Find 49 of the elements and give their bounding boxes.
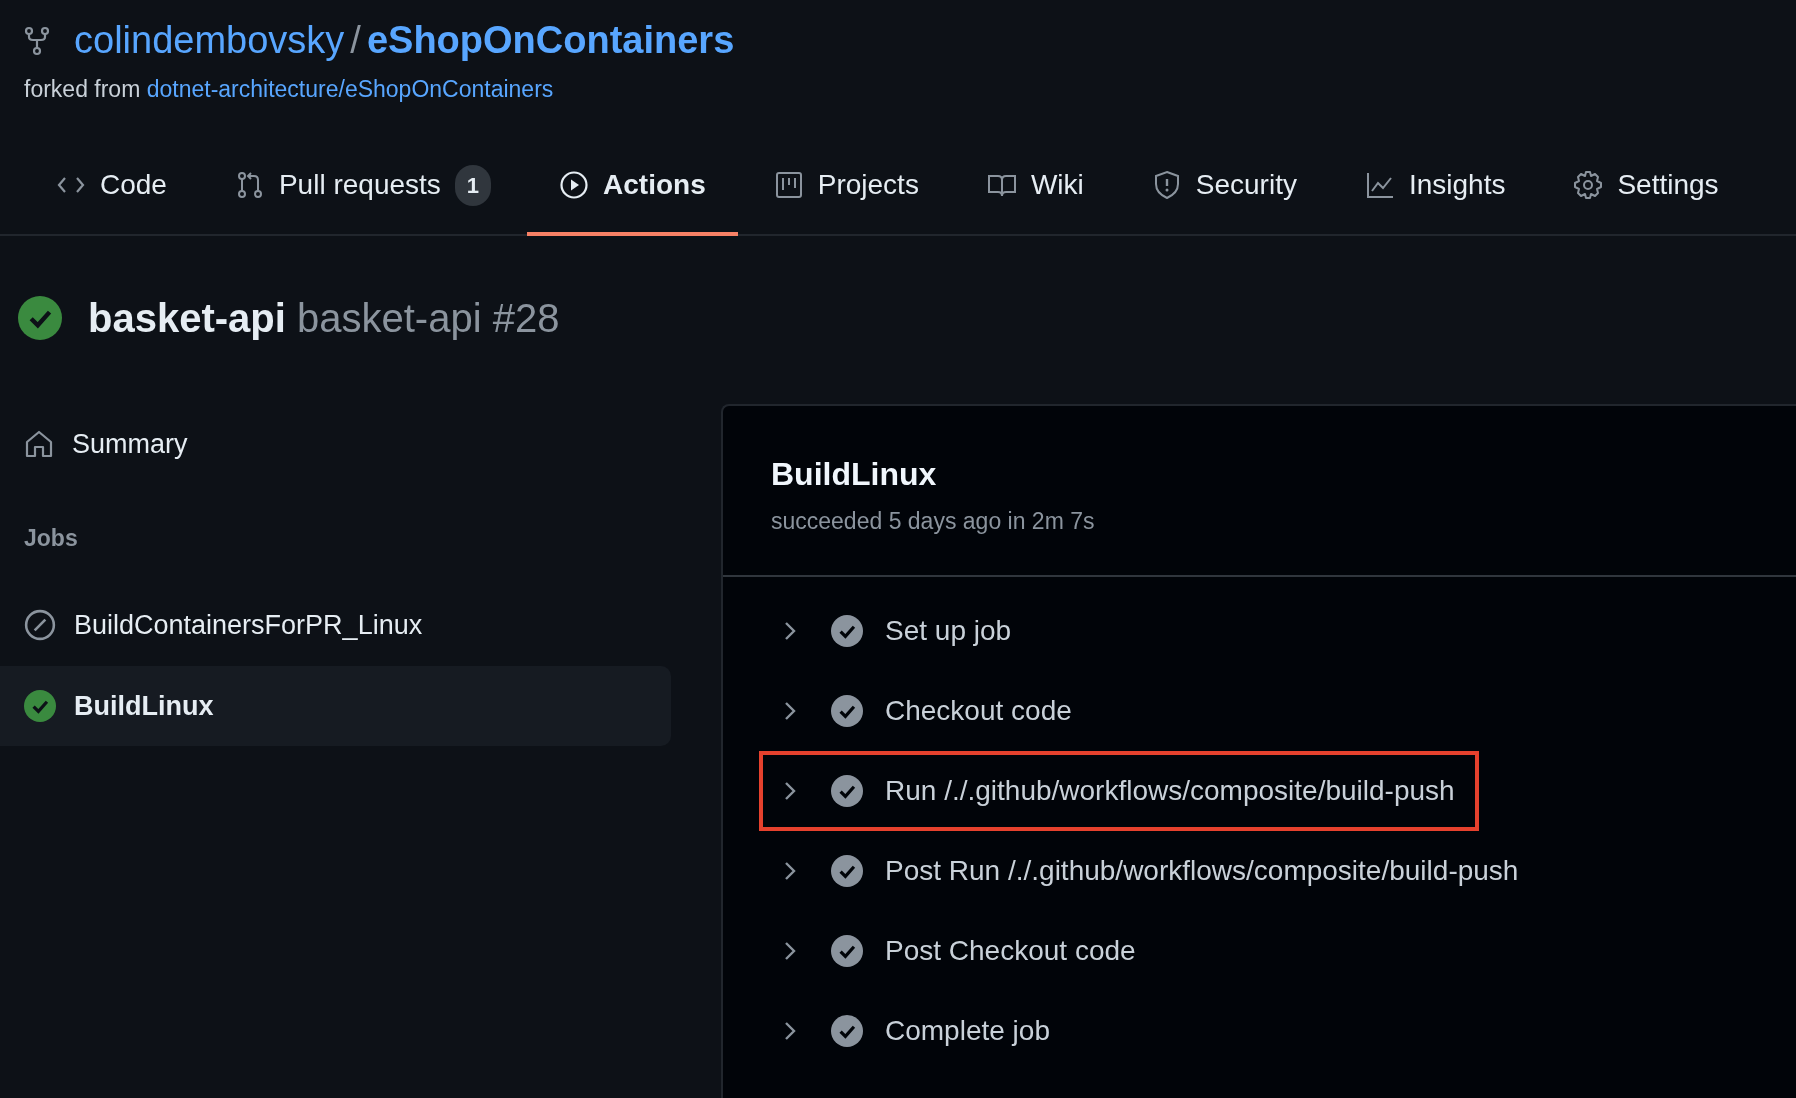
run-title: basket-api #28 [297,296,560,341]
run-workflow-name: basket-api [88,296,286,341]
summary-link[interactable]: Summary [0,404,671,485]
repo-tab[interactable]: Wiki [954,150,1116,237]
job-item[interactable]: BuildContainersForPR_Linux [0,585,671,666]
job-step[interactable]: Post Run /./.github/workflows/composite/build-push [759,830,1543,911]
job-step[interactable]: Set up job [759,590,1036,671]
step-check-icon [831,1014,863,1047]
chevron-right-icon [783,1019,797,1042]
step-check-icon [831,614,863,647]
step-check-icon [831,694,863,727]
repo-tab[interactable]: Settings [1541,150,1751,237]
count-badge: 1 [454,164,492,206]
job-step[interactable]: Post Checkout code [759,910,1160,991]
chevron-right-icon [783,619,797,642]
job-item[interactable]: BuildLinux [0,665,671,747]
home-icon [24,429,54,460]
settings-icon [1573,170,1604,201]
success-check-icon [18,296,62,341]
forked-from-label: forked from [24,75,141,102]
fork-source-link[interactable]: dotnet-architecture/eShopOnContainers [146,75,554,102]
chevron-right-icon [783,859,797,882]
repo-tab[interactable]: Projects [741,150,951,237]
chevron-right-icon [783,699,797,722]
play-icon [559,170,590,201]
chevron-right-icon [783,779,797,802]
repo-tab[interactable]: Security [1119,150,1329,237]
repo-tab[interactable]: Code [24,150,199,237]
graph-icon [1364,170,1395,201]
job-step[interactable]: Complete job [759,990,1074,1071]
path-separator: / [350,18,361,63]
chevron-right-icon [783,939,797,962]
fork-icon [24,25,50,56]
step-check-icon [831,774,863,807]
job-step[interactable]: Run /./.github/workflows/composite/build-push [759,750,1479,831]
step-check-icon [831,934,863,967]
repo-tab[interactable]: Pull requests 1 [202,150,524,237]
project-board-icon [773,170,804,201]
repo-tab[interactable]: Actions [527,150,738,237]
jobs-heading: Jobs [23,523,79,553]
job-title: BuildLinux [771,455,938,495]
success-check-icon [24,689,56,722]
skipped-icon [24,609,56,642]
job-status-text: succeeded 5 days ago in 2m 7s [771,507,1096,537]
repo-name-link[interactable]: eShopOnContainers [366,18,735,64]
repo-owner-link[interactable]: colindembovsky [74,18,345,64]
repo-tab[interactable]: Insights [1332,150,1538,237]
job-step[interactable]: Checkout code [759,670,1096,751]
step-check-icon [831,854,863,887]
